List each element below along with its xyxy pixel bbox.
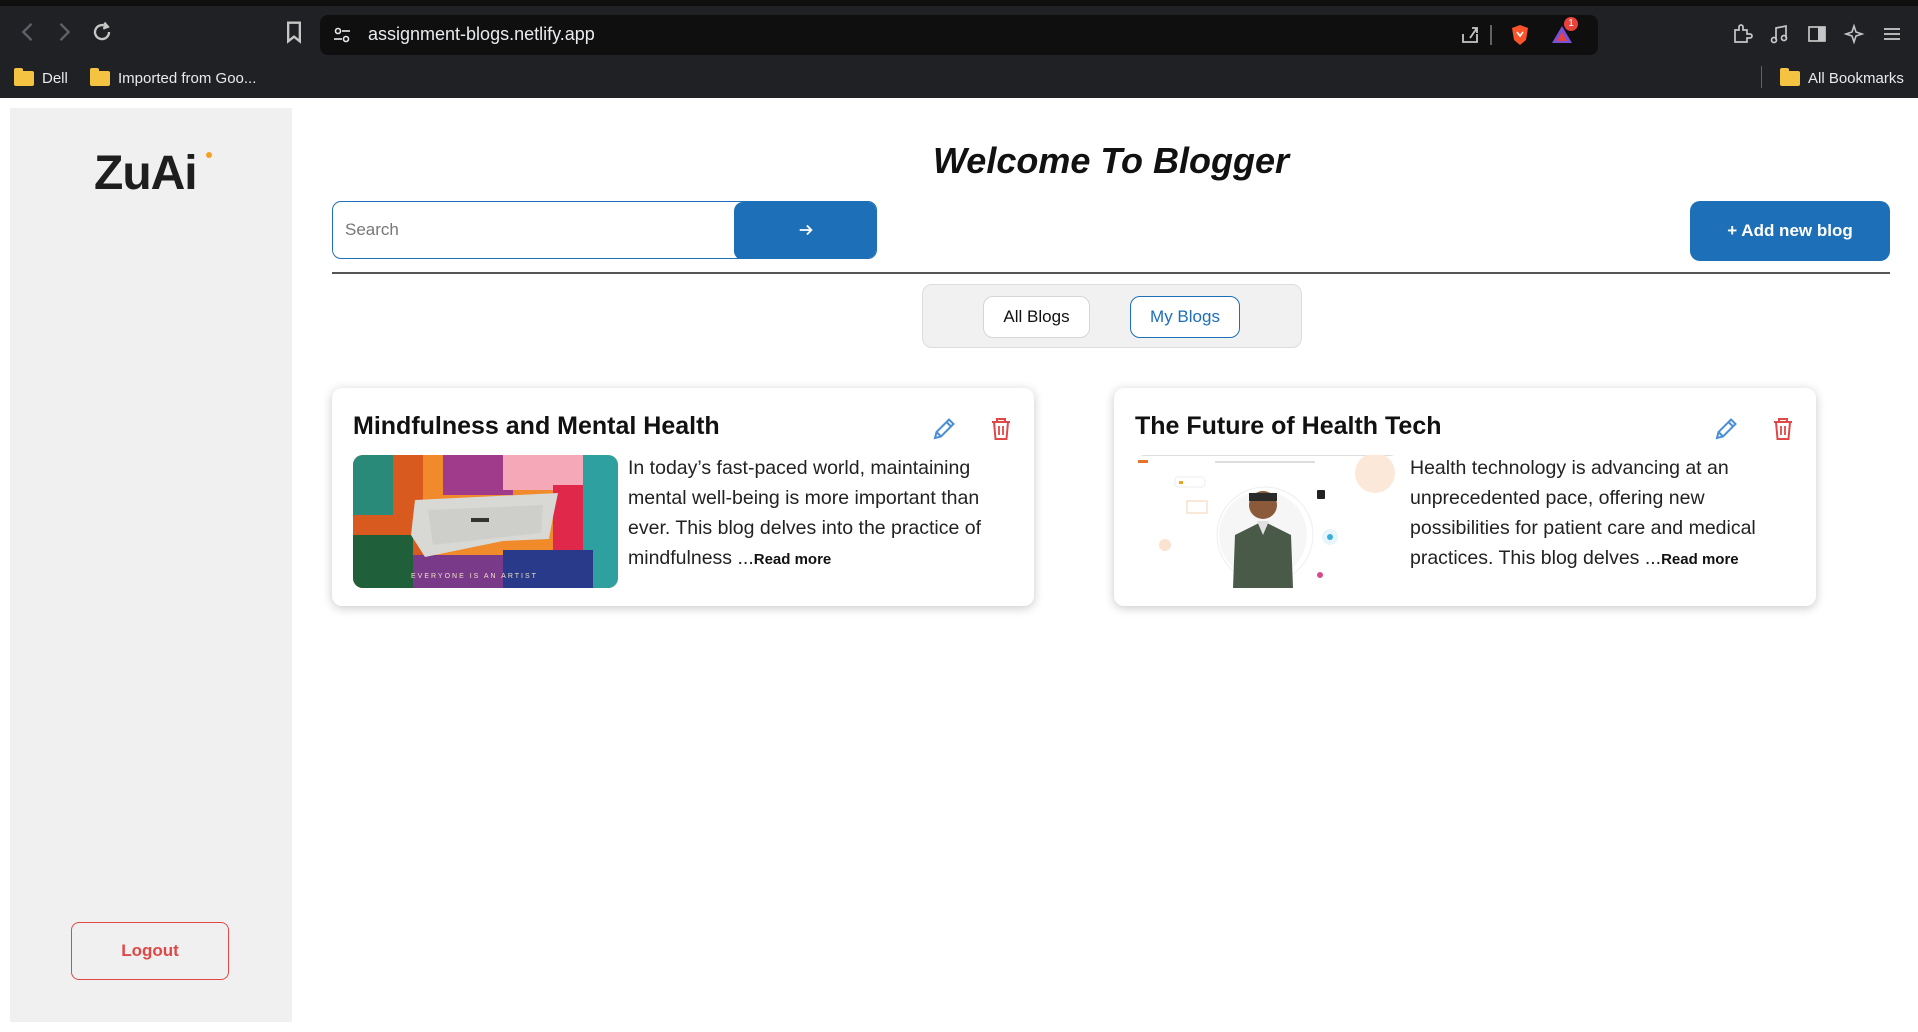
share-icon[interactable] [1458,23,1482,47]
bookmark-label: Dell [42,69,68,87]
edit-icon[interactable] [929,414,959,444]
bookmark-imported[interactable]: Imported from Goo... [90,64,256,92]
trash-icon[interactable] [1768,414,1798,444]
sidebar-toggle-icon[interactable] [1805,22,1829,46]
add-new-blog-button[interactable]: + Add new blog [1690,201,1890,261]
excerpt-ellipsis: ... [732,547,754,569]
media-icon[interactable] [1767,22,1791,46]
all-bookmarks[interactable]: All Bookmarks [1780,64,1904,92]
leo-ai-icon[interactable] [1842,22,1866,46]
blog-excerpt: Health technology is advancing at an unp… [1410,453,1802,575]
tab-all-blogs[interactable]: All Blogs [983,296,1090,338]
site-settings-icon[interactable] [332,25,352,45]
blog-filter-tabs: All Blogs My Blogs [922,284,1302,348]
blog-title[interactable]: The Future of Health Tech [1135,412,1442,441]
page-title: Welcome To Blogger [932,140,1290,181]
reload-icon[interactable] [88,18,116,46]
main-content: Welcome To Blogger + Add new blog All Bl… [0,98,1918,1032]
extensions-icon[interactable] [1730,22,1754,46]
rewards-badge: 1 [1564,17,1578,31]
bookmark-icon[interactable] [280,18,308,46]
search-button[interactable] [734,202,876,258]
blog-thumbnail-abstract-art: EVERYONE IS AN ARTIST [353,455,618,588]
brave-shields-icon[interactable] [1508,23,1532,47]
bookmarks-separator [1761,66,1762,88]
read-more-link[interactable]: Read more [1661,551,1739,568]
all-bookmarks-label: All Bookmarks [1808,69,1904,87]
url-text[interactable]: assignment-blogs.netlify.app [368,24,595,45]
folder-icon [14,67,34,86]
folder-icon [1780,67,1800,86]
omnibox-separator [1490,25,1492,45]
excerpt-ellipsis: ... [1639,547,1662,569]
header-divider [332,272,1890,274]
blog-excerpt: In today’s fast-paced world, maintaining… [628,453,1020,575]
image-caption: EVERYONE IS AN ARTIST [411,573,538,580]
folder-icon [90,67,110,86]
page-viewport: ZuAi Logout Welcome To Blogger + Add new… [0,98,1918,1032]
read-more-link[interactable]: Read more [754,551,832,568]
brave-rewards-icon[interactable]: 1 [1550,17,1578,47]
search-input[interactable] [333,202,757,258]
blog-thumbnail-portfolio [1135,455,1400,588]
bookmark-dell[interactable]: Dell [14,64,68,92]
blog-title[interactable]: Mindfulness and Mental Health [353,412,720,441]
bookmark-label: Imported from Goo... [118,69,257,87]
trash-icon[interactable] [986,414,1016,444]
blog-card: Mindfulness and Mental Health EVERYONE I… [332,388,1034,606]
blog-card: The Future of Health Tech Health technol… [1114,388,1816,606]
browser-toolbar: assignment-blogs.netlify.app 1 [0,6,1918,58]
bookmarks-bar: Dell Imported from Goo... All Bookmarks [0,58,1918,98]
edit-icon[interactable] [1711,414,1741,444]
tab-my-blogs[interactable]: My Blogs [1130,296,1240,338]
search-box [332,201,877,259]
back-icon[interactable] [14,18,42,46]
menu-icon[interactable] [1880,22,1904,46]
arrow-right-icon [797,221,815,242]
forward-icon[interactable] [50,18,78,46]
address-bar[interactable]: assignment-blogs.netlify.app 1 [320,15,1598,55]
